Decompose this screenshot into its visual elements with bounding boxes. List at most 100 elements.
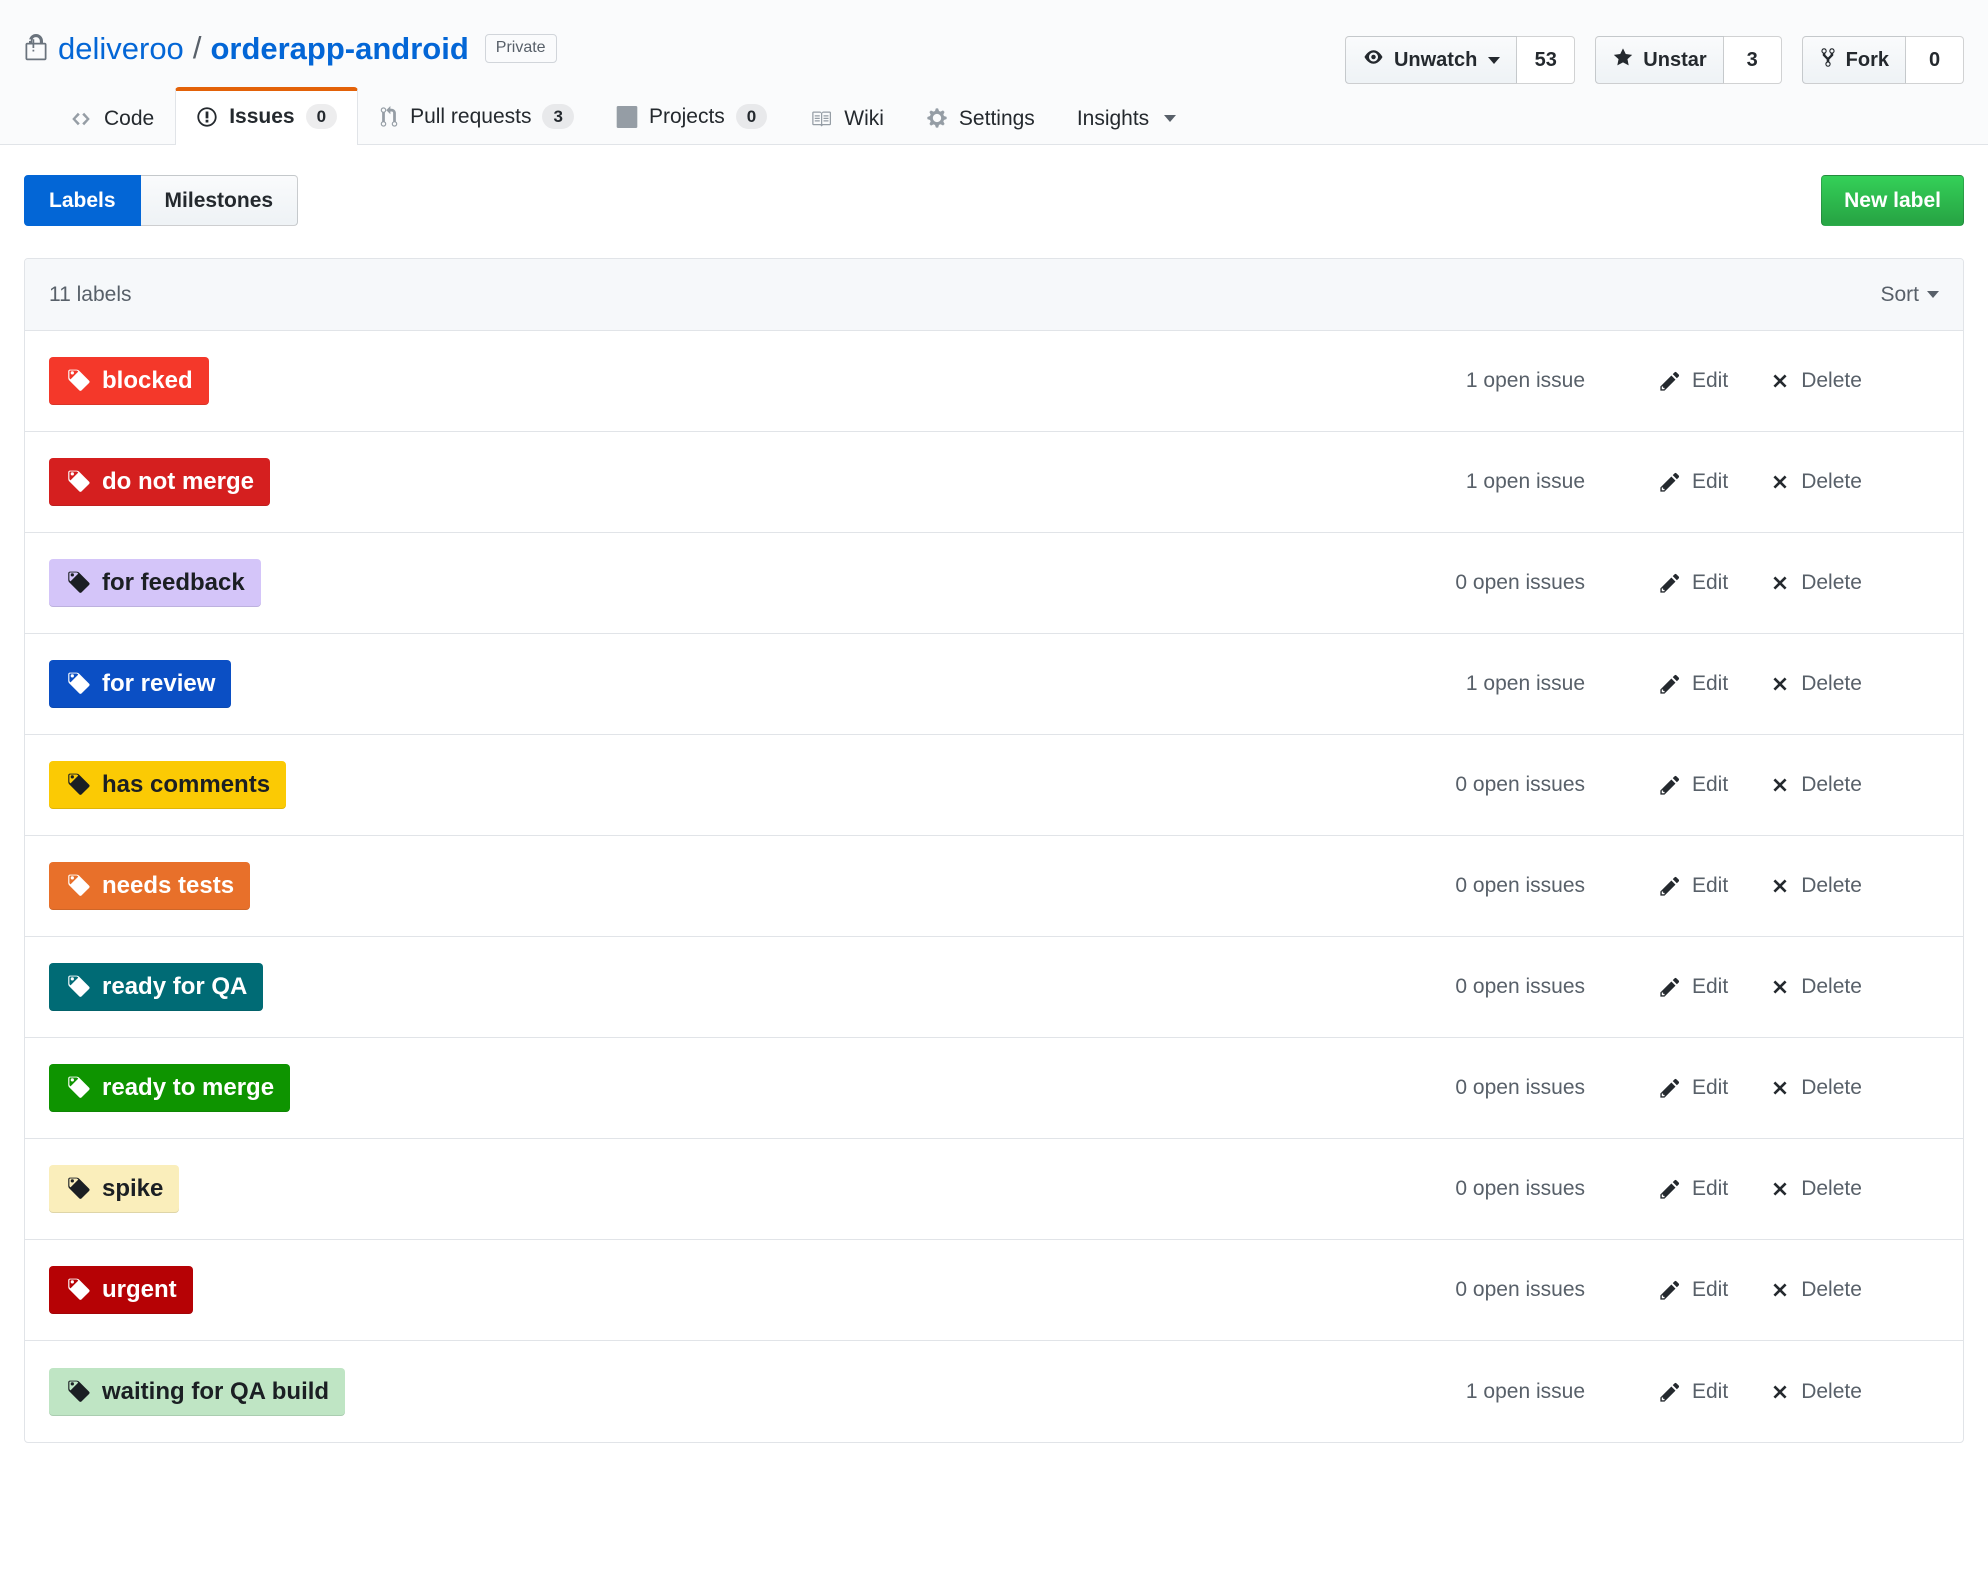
fork-button[interactable]: Fork: [1801, 36, 1906, 84]
pencil-icon: [1659, 1178, 1681, 1200]
tab-issues[interactable]: Issues 0: [175, 87, 359, 145]
star-button-group: Unstar 3: [1595, 36, 1782, 84]
table-row: for review 1 open issue Edit Delete: [25, 634, 1963, 735]
tab-projects[interactable]: Projects 0: [595, 87, 788, 145]
label-pill[interactable]: ready to merge: [49, 1064, 291, 1112]
delete-label-button[interactable]: Delete: [1770, 571, 1862, 595]
label-pill[interactable]: ready for QA: [49, 963, 264, 1011]
tab-pull-requests[interactable]: Pull requests 3: [358, 87, 595, 145]
fork-count[interactable]: 0: [1906, 36, 1964, 84]
label-pill[interactable]: urgent: [49, 1266, 193, 1314]
label-pill[interactable]: waiting for QA build: [49, 1367, 346, 1416]
open-issues-count: 0 open issues: [1455, 571, 1585, 594]
repo-actions: Unwatch 53 Unstar 3 Fork 0: [1344, 36, 1964, 84]
tab-wiki-label: Wiki: [844, 107, 884, 130]
edit-label-button[interactable]: Edit: [1659, 1076, 1728, 1100]
label-name: has comments: [102, 771, 271, 798]
sort-dropdown[interactable]: Sort: [1880, 283, 1939, 307]
delete-label-text: Delete: [1801, 773, 1862, 796]
delete-label-button[interactable]: Delete: [1770, 874, 1862, 898]
tag-icon: [65, 368, 91, 394]
delete-label-button[interactable]: Delete: [1770, 1076, 1862, 1100]
lock-icon: [24, 34, 48, 62]
delete-label-button[interactable]: Delete: [1770, 470, 1862, 494]
watch-count[interactable]: 53: [1517, 36, 1576, 84]
tab-labels[interactable]: Labels: [24, 175, 141, 226]
close-icon: [1770, 573, 1790, 593]
table-row: do not merge 1 open issue Edit Delete: [25, 432, 1963, 533]
edit-label-text: Edit: [1692, 470, 1729, 493]
sort-label: Sort: [1880, 282, 1919, 306]
close-icon: [1770, 371, 1790, 391]
new-label-button[interactable]: New label: [1821, 175, 1964, 226]
repo-name-link[interactable]: orderapp-android: [210, 33, 468, 64]
unstar-button[interactable]: Unstar: [1595, 36, 1724, 84]
delete-label-button[interactable]: Delete: [1770, 773, 1862, 797]
edit-label-text: Edit: [1692, 975, 1729, 998]
label-pill[interactable]: blocked: [49, 357, 209, 405]
edit-label-button[interactable]: Edit: [1659, 975, 1728, 999]
pencil-icon: [1659, 1077, 1681, 1099]
edit-label-text: Edit: [1692, 1278, 1729, 1301]
edit-label-button[interactable]: Edit: [1659, 369, 1728, 393]
tab-code[interactable]: Code: [48, 91, 175, 145]
edit-label-button[interactable]: Edit: [1659, 571, 1728, 595]
label-pill[interactable]: needs tests: [49, 862, 251, 910]
delete-label-text: Delete: [1801, 1177, 1862, 1200]
label-pill[interactable]: has comments: [49, 761, 287, 809]
label-pill[interactable]: for review: [49, 660, 232, 708]
edit-label-button[interactable]: Edit: [1659, 1177, 1728, 1201]
edit-label-text: Edit: [1692, 672, 1729, 695]
table-row: ready for QA 0 open issues Edit Delete: [25, 937, 1963, 1038]
edit-label-button[interactable]: Edit: [1659, 672, 1728, 696]
edit-label-button[interactable]: Edit: [1659, 470, 1728, 494]
row-actions: Edit Delete: [1659, 369, 1939, 393]
row-actions: Edit Delete: [1659, 571, 1939, 595]
edit-label-button[interactable]: Edit: [1659, 1380, 1728, 1404]
edit-label-button[interactable]: Edit: [1659, 1278, 1728, 1302]
delete-label-text: Delete: [1801, 1379, 1862, 1403]
tab-milestones[interactable]: Milestones: [140, 175, 299, 226]
row-actions: Edit Delete: [1659, 773, 1939, 797]
delete-label-button[interactable]: Delete: [1770, 975, 1862, 999]
edit-label-button[interactable]: Edit: [1659, 773, 1728, 797]
open-issues-count: 0 open issues: [1455, 874, 1585, 897]
open-issues-count: 1 open issue: [1465, 369, 1585, 392]
tab-insights[interactable]: Insights: [1056, 91, 1197, 145]
table-row: waiting for QA build 1 open issue Edit Dele…: [25, 1341, 1963, 1442]
tag-icon: [65, 974, 91, 1000]
issue-opened-icon: [196, 106, 218, 128]
row-actions: Edit Delete: [1659, 874, 1939, 898]
tab-settings-label: Settings: [958, 106, 1035, 130]
star-count[interactable]: 3: [1723, 36, 1782, 84]
open-issues-count: 0 open issues: [1455, 1076, 1585, 1099]
tab-insights-label: Insights: [1076, 107, 1150, 130]
label-name: blocked: [102, 367, 193, 394]
tab-settings[interactable]: Settings: [905, 90, 1056, 145]
label-cell: spike: [49, 1165, 1379, 1213]
label-pill[interactable]: spike: [49, 1165, 180, 1213]
unwatch-button[interactable]: Unwatch: [1344, 36, 1518, 84]
open-issues-count: 1 open issue: [1465, 1379, 1585, 1403]
delete-label-button[interactable]: Delete: [1770, 1177, 1862, 1201]
repository-nav: Code Issues 0 Pull requests 3 Projects 0…: [24, 86, 1964, 145]
tab-wiki[interactable]: Wiki: [788, 91, 905, 145]
delete-label-button[interactable]: Delete: [1770, 672, 1862, 696]
close-icon: [1770, 1382, 1790, 1402]
label-pill[interactable]: do not merge: [49, 458, 271, 506]
watch-button-group: Unwatch 53: [1344, 36, 1576, 84]
tab-pull-requests-count: 3: [542, 104, 574, 129]
close-icon: [1770, 876, 1790, 896]
repo-owner-link[interactable]: deliveroo: [58, 33, 184, 64]
edit-label-button[interactable]: Edit: [1659, 874, 1728, 898]
unwatch-label: Unwatch: [1393, 48, 1478, 71]
label-pill[interactable]: for feedback: [49, 559, 261, 607]
tag-icon: [65, 570, 91, 596]
labels-subnav: Labels Milestones New label: [0, 145, 1988, 226]
delete-label-button[interactable]: Delete: [1770, 1380, 1862, 1404]
table-row: ready to merge 0 open issues Edit Delete: [25, 1038, 1963, 1139]
label-cell: has comments: [49, 761, 1379, 809]
delete-label-button[interactable]: Delete: [1770, 369, 1862, 393]
delete-label-button[interactable]: Delete: [1770, 1278, 1862, 1302]
open-issues-count: 0 open issues: [1455, 1278, 1585, 1301]
